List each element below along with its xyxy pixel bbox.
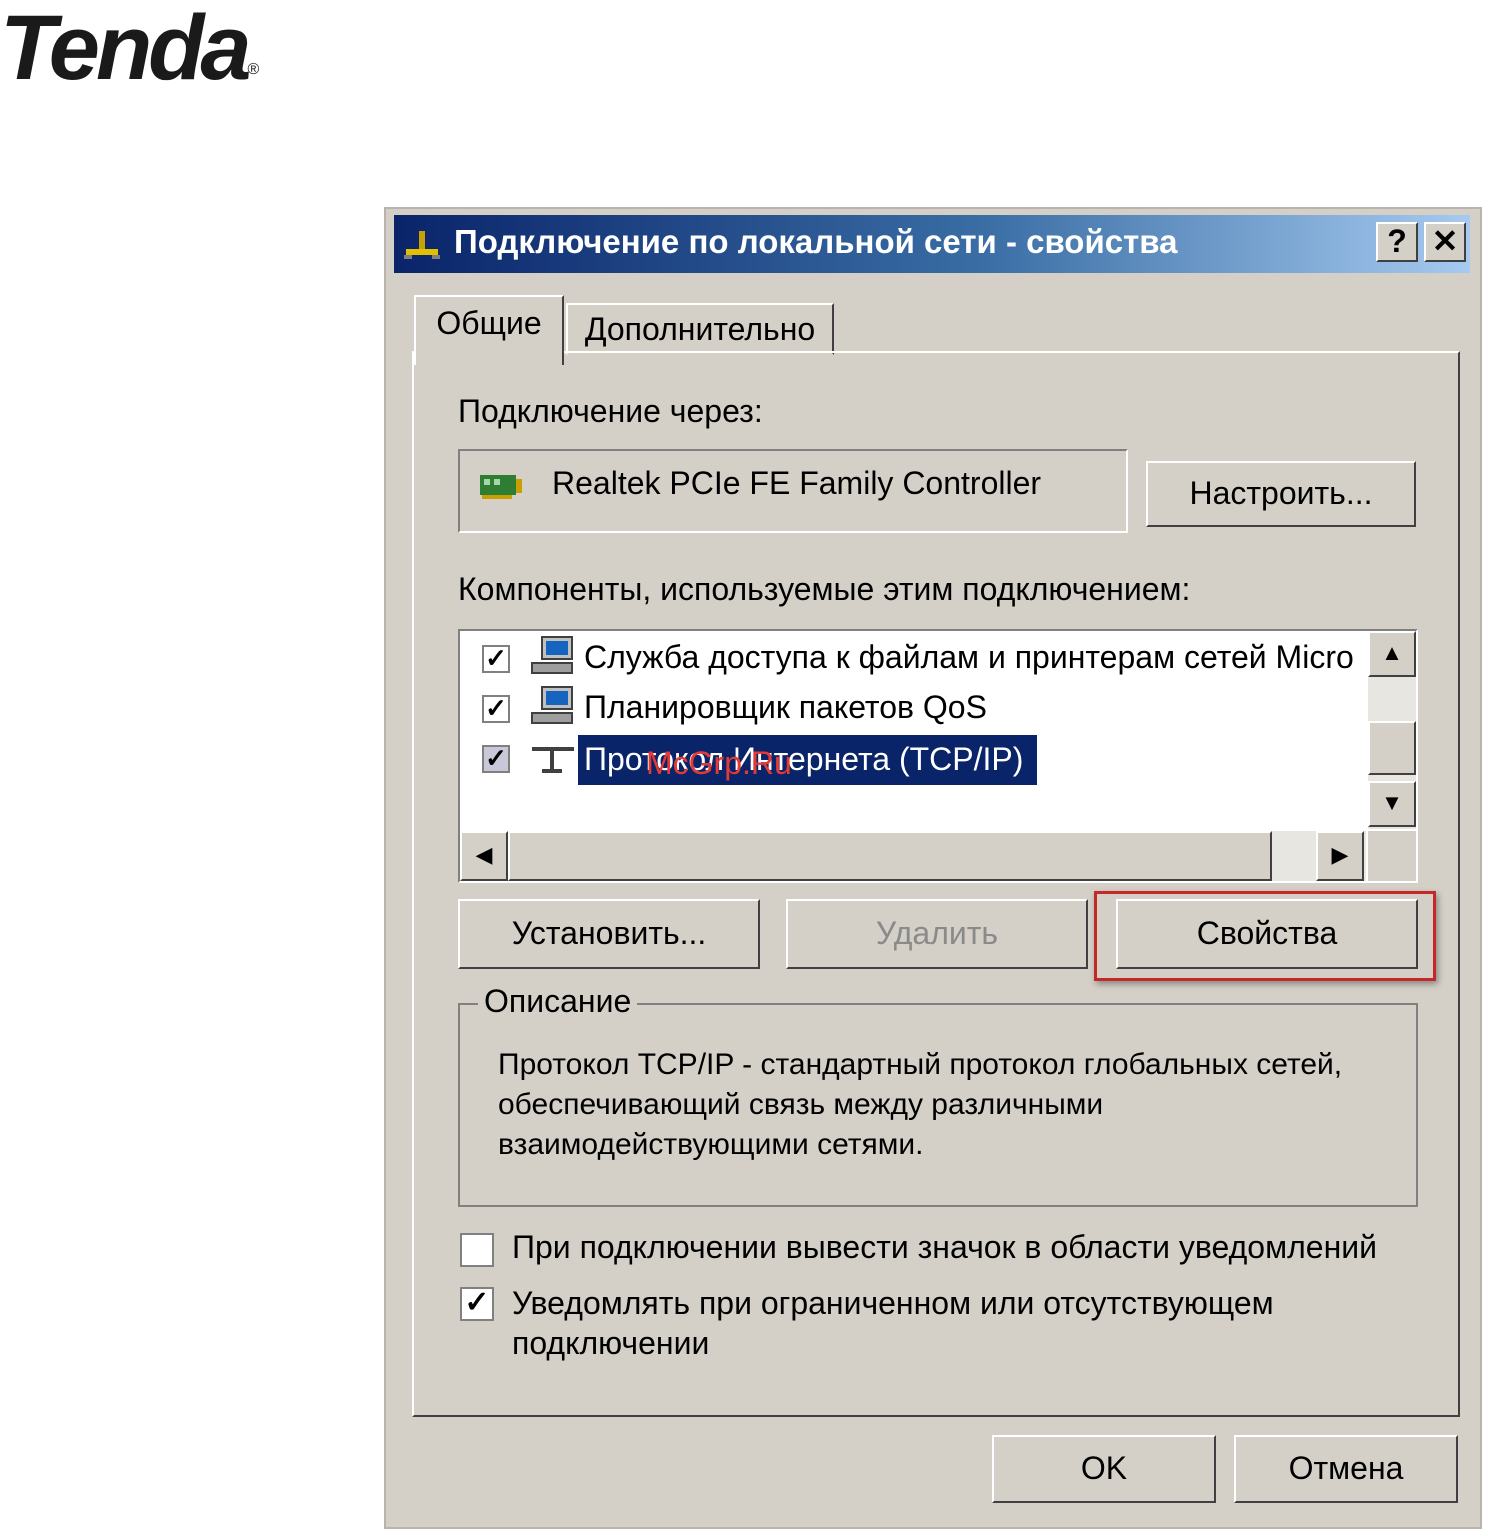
- components-label: Компоненты, используемые этим подключени…: [458, 571, 1191, 607]
- component-label: Служба доступа к файлам и принтерам сете…: [584, 639, 1354, 675]
- scroll-right-arrow-icon[interactable]: ▶: [1316, 831, 1364, 881]
- cancel-button[interactable]: Отмена: [1234, 1435, 1458, 1503]
- components-list: ✓ Служба доступа к файлам и принтерам се…: [458, 629, 1418, 883]
- highlight-frame: [1094, 891, 1436, 981]
- scroll-left-arrow-icon[interactable]: ◀: [460, 831, 508, 881]
- watermark: McGrp.Ru: [646, 745, 792, 781]
- network-connection-icon: [404, 231, 440, 259]
- protocol-icon: [532, 747, 574, 773]
- scroll-thumb[interactable]: [1368, 721, 1416, 775]
- install-button[interactable]: Установить...: [458, 899, 760, 969]
- description-group: Описание Протокол TCP/IP - стандартный п…: [458, 983, 1418, 1207]
- component-checkbox[interactable]: ✓: [482, 745, 510, 773]
- scroll-thumb-horizontal[interactable]: [508, 831, 1272, 881]
- list-item[interactable]: ✓ Планировщик пакетов QoS: [460, 685, 1360, 735]
- notify-icon-label: При подключении вывести значок в области…: [512, 1229, 1377, 1265]
- tab-general[interactable]: Общие: [414, 295, 564, 365]
- tab-advanced[interactable]: Дополнительно: [566, 303, 834, 355]
- tab-panel-general: Подключение через: Realtek PCIe FE Famil…: [412, 351, 1460, 1417]
- configure-button[interactable]: Настроить...: [1146, 461, 1416, 527]
- description-title: Описание: [478, 983, 638, 1020]
- scroll-up-arrow-icon[interactable]: ▲: [1368, 631, 1416, 677]
- connect-via-label: Подключение через:: [458, 393, 763, 429]
- component-checkbox[interactable]: ✓: [482, 645, 510, 673]
- vertical-scrollbar[interactable]: ▲ ▼: [1368, 631, 1416, 829]
- network-service-icon: [531, 636, 573, 674]
- remove-button[interactable]: Удалить: [786, 899, 1088, 969]
- help-button[interactable]: ?: [1376, 222, 1418, 262]
- description-text: Протокол TCP/IP - стандартный протокол г…: [498, 1048, 1343, 1161]
- ok-button[interactable]: OK: [992, 1435, 1216, 1503]
- logo-text: Tenda: [0, 0, 252, 99]
- component-label: Планировщик пакетов QoS: [584, 689, 987, 725]
- properties-dialog: Подключение по локальной сети - свойства…: [384, 207, 1482, 1529]
- list-item-selected[interactable]: ✓ Протокол Интернета (TCP/IP) McGrp.Ru: [460, 735, 1360, 785]
- component-checkbox[interactable]: ✓: [482, 695, 510, 723]
- scroll-down-arrow-icon[interactable]: ▼: [1368, 781, 1416, 827]
- tenda-logo: Tenda®: [0, 0, 260, 99]
- adapter-name: Realtek PCIe FE Family Controller: [552, 465, 1042, 501]
- notify-limited-label: Уведомлять при ограниченном или отсутств…: [512, 1285, 1274, 1361]
- notify-icon-checkbox[interactable]: [460, 1233, 494, 1267]
- list-item[interactable]: ✓ Служба доступа к файлам и принтерам се…: [460, 633, 1360, 683]
- close-button[interactable]: ✕: [1424, 222, 1466, 262]
- registered-mark: ®: [247, 61, 260, 78]
- network-service-icon: [531, 686, 573, 724]
- network-card-icon: [480, 475, 522, 499]
- scroll-corner: [1368, 831, 1416, 881]
- window-title: Подключение по локальной сети - свойства: [454, 223, 1178, 260]
- horizontal-scrollbar[interactable]: ◀ ▶: [460, 831, 1366, 881]
- adapter-field: Realtek PCIe FE Family Controller: [458, 449, 1128, 533]
- title-bar[interactable]: Подключение по локальной сети - свойства…: [394, 215, 1470, 273]
- notify-limited-checkbox[interactable]: ✓: [460, 1287, 494, 1321]
